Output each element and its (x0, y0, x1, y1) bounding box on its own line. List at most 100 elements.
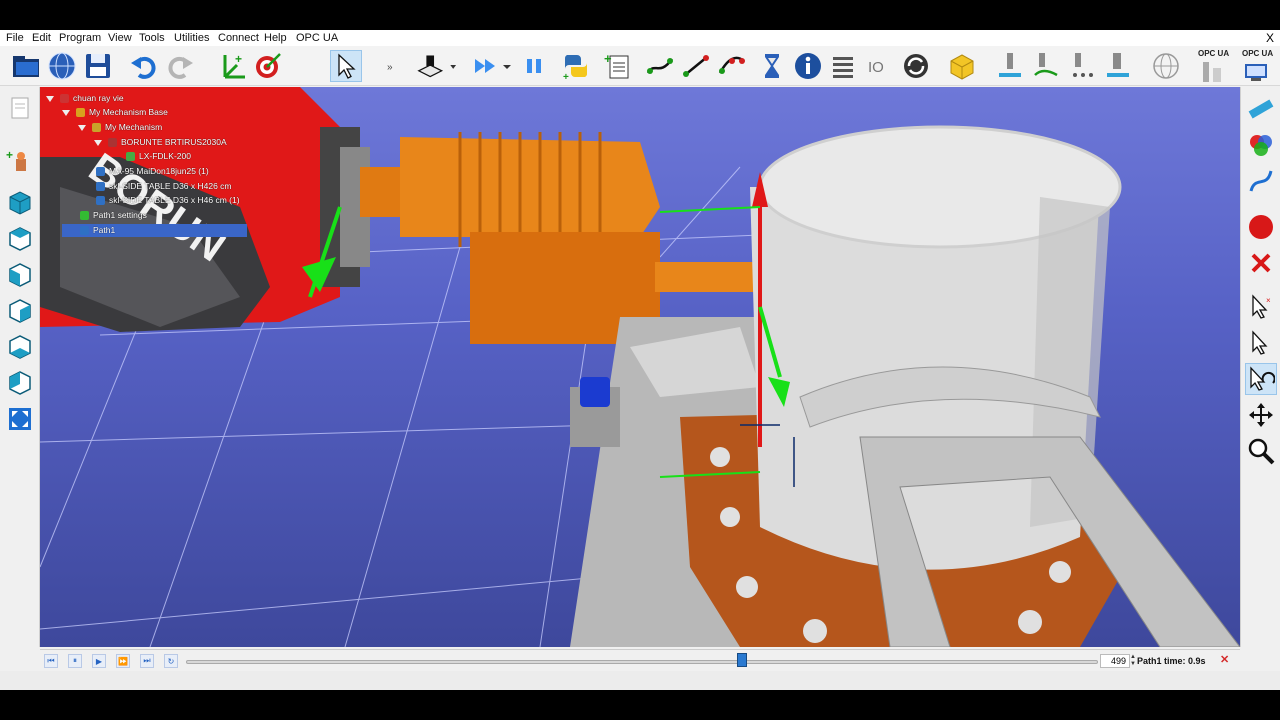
select-features-icon[interactable] (1245, 327, 1277, 359)
move-linear-icon[interactable] (680, 50, 712, 82)
play-icon[interactable] (470, 50, 502, 82)
svg-text:+: + (563, 72, 569, 81)
object-icon (96, 196, 105, 206)
menu-program[interactable]: Program (59, 32, 101, 44)
view-front-icon[interactable] (4, 259, 36, 291)
station-tree: chuan ray vie My Mechanism Base My Mecha… (40, 87, 250, 237)
document-icon[interactable] (4, 93, 36, 125)
loop-icon[interactable]: ↻ (164, 654, 178, 668)
select-arrow-icon[interactable] (330, 50, 362, 82)
network-icon[interactable] (1150, 50, 1182, 82)
tree-item-mechanism-base[interactable]: My Mechanism Base (62, 106, 168, 119)
program-icon (80, 226, 89, 236)
undo-icon[interactable] (128, 50, 160, 82)
tree-item-path[interactable]: Path1 (62, 224, 247, 237)
move-circular-icon[interactable] (716, 50, 748, 82)
tree-item-tool[interactable]: LX-FDLK-200 (126, 150, 191, 163)
menu-view[interactable]: View (108, 32, 132, 44)
program-call-icon[interactable] (828, 50, 860, 82)
robot-add-icon[interactable]: + (4, 145, 36, 177)
view-right-icon[interactable] (4, 295, 36, 327)
3d-viewport[interactable]: BORUN chuan ray vie My Mechanism Base My… (40, 87, 1240, 647)
open-folder-icon[interactable] (10, 50, 42, 82)
svg-text:+: + (6, 148, 13, 162)
pause-sim-icon[interactable]: ⏸ (68, 654, 82, 668)
more-icon[interactable]: » (384, 50, 400, 82)
menu-help[interactable]: Help (264, 32, 287, 44)
simulation-timeline: ⏮ ⏸ ▶ ⏩ ⏭ ↻ 499 ▲ ▼ Path1 time: 0.9s ✕ (40, 649, 1240, 671)
tree-item-object-2[interactable]: skl-SIDE TABLE D36 x H426 cm (96, 180, 232, 193)
frame-icon (76, 108, 85, 118)
python-icon[interactable]: + (560, 50, 592, 82)
zoom-icon[interactable] (1245, 435, 1277, 467)
delete-icon[interactable] (1245, 247, 1277, 279)
point-follow-icon[interactable] (1066, 50, 1098, 82)
color-wheel-icon[interactable] (1245, 129, 1277, 161)
curve-icon[interactable] (1245, 165, 1277, 197)
svg-text:+: + (235, 52, 242, 66)
tree-item-mechanism[interactable]: My Mechanism (78, 121, 162, 134)
expand-icon[interactable] (62, 109, 70, 116)
menu-connect[interactable]: Connect (218, 32, 259, 44)
view-back-icon[interactable] (4, 331, 36, 363)
record-icon[interactable] (1245, 211, 1277, 243)
rotate-view-icon[interactable] (1245, 363, 1277, 395)
svg-text:+: + (604, 51, 612, 66)
curve-follow-icon[interactable] (1030, 50, 1062, 82)
machining-icon[interactable] (994, 50, 1026, 82)
ruler-icon[interactable] (1245, 93, 1277, 125)
menu-opc-ua[interactable]: OPC UA (296, 32, 338, 44)
globe-icon[interactable] (46, 50, 78, 82)
pan-icon[interactable] (1245, 399, 1277, 431)
tree-item-station[interactable]: chuan ray vie (46, 92, 124, 105)
frame-spinner[interactable]: ▲ ▼ (1130, 654, 1136, 668)
go-end-icon[interactable]: ⏭ (140, 654, 154, 668)
go-start-icon[interactable]: ⏮ (44, 654, 58, 668)
stl-tool-icon[interactable] (412, 50, 458, 82)
view-iso-icon[interactable] (4, 187, 36, 219)
mechanism-icon (92, 123, 101, 133)
menu-file[interactable]: File (6, 32, 24, 44)
pause-icon[interactable] (518, 50, 550, 82)
menu-tools[interactable]: Tools (139, 32, 165, 44)
close-icon[interactable]: X (1266, 31, 1274, 45)
save-icon[interactable] (82, 50, 114, 82)
info-icon[interactable] (792, 50, 824, 82)
add-frame-icon[interactable]: + (216, 50, 248, 82)
expand-icon[interactable] (94, 139, 102, 146)
io-icon[interactable]: IO (864, 50, 896, 82)
timeline-track[interactable] (186, 660, 1098, 664)
expand-icon[interactable] (78, 124, 86, 131)
timeline-slider-thumb[interactable] (737, 653, 748, 667)
pause-timer-icon[interactable] (756, 50, 788, 82)
view-left-icon[interactable] (4, 367, 36, 399)
path-time-label: Path1 time: 0.9s (1137, 656, 1206, 666)
fit-all-icon[interactable] (4, 403, 36, 435)
stop-simulation-icon[interactable]: ✕ (1220, 653, 1229, 666)
view-top-icon[interactable] (4, 223, 36, 255)
right-tools-toolbar: × (1240, 87, 1280, 647)
move-joints-icon[interactable] (644, 50, 676, 82)
letterbox-top (0, 0, 1280, 30)
svg-text:×: × (1266, 296, 1271, 305)
export-icon[interactable] (946, 50, 978, 82)
tree-item-object-3[interactable]: skl-SIDE TABLE D36 x H46 cm (1) (96, 194, 240, 207)
spindle-icon[interactable] (1102, 50, 1134, 82)
play-sim-icon[interactable]: ▶ (92, 654, 106, 668)
frame-input[interactable]: 499 (1100, 654, 1130, 668)
select-objects-icon[interactable]: × (1245, 291, 1277, 323)
add-program-icon[interactable]: + (602, 50, 634, 82)
menu-utilities[interactable]: Utilities (174, 32, 209, 44)
tree-item-path-settings[interactable]: Path1 settings (80, 209, 147, 222)
play-dropdown-icon[interactable] (500, 50, 514, 82)
opc-client-icon[interactable] (1240, 60, 1272, 84)
expand-icon[interactable] (46, 95, 54, 102)
menu-edit[interactable]: Edit (32, 32, 51, 44)
target-icon[interactable] (252, 50, 284, 82)
redo-icon[interactable] (164, 50, 196, 82)
tree-item-object-1[interactable]: MA-95 MaiDon18jun25 (1) (96, 165, 209, 178)
sync-icon[interactable] (900, 50, 932, 82)
fast-forward-icon[interactable]: ⏩ (116, 654, 130, 668)
opc-server-icon[interactable] (1196, 60, 1228, 84)
tree-item-robot[interactable]: BORUNTE BRTIRUS2030A (94, 136, 227, 149)
